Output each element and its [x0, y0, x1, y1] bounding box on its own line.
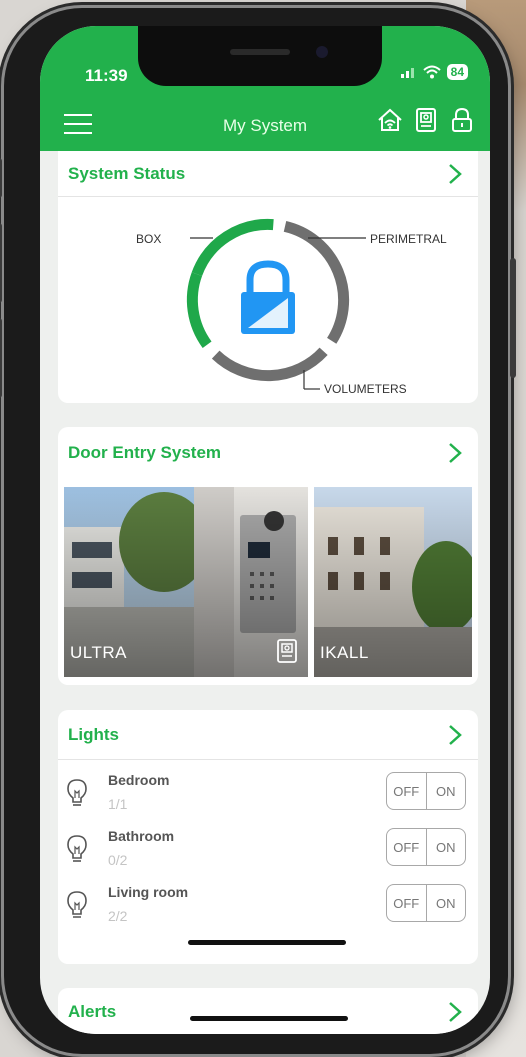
room-count: 2/2 — [108, 908, 128, 924]
off-button[interactable]: OFF — [387, 885, 427, 921]
light-toggle: OFF ON — [386, 884, 466, 922]
ring-segment-box-lower — [186, 272, 212, 348]
label-perimetral: PERIMETRAL — [370, 232, 447, 246]
wifi-icon — [422, 65, 441, 79]
light-row-bedroom: Bedroom 1/1 OFF ON — [58, 766, 478, 822]
label-box: BOX — [136, 232, 161, 246]
chevron-right-icon[interactable] — [444, 1001, 466, 1023]
system-status-card: System Status BOX PERIMETRAL VOLUMETERS — [58, 151, 478, 403]
lightbulb-icon — [67, 835, 87, 862]
notch — [138, 26, 382, 86]
off-button[interactable]: OFF — [387, 829, 427, 865]
light-toggle: OFF ON — [386, 828, 466, 866]
speaker — [230, 49, 290, 55]
lights-header[interactable]: Lights — [58, 710, 478, 760]
mute-switch — [0, 158, 2, 198]
door-entry-card: Door Entry System ULTRA IKALL — [58, 427, 478, 685]
system-status-header[interactable]: System Status — [58, 151, 478, 197]
status-time: 11:39 — [85, 66, 128, 85]
lightbulb-icon — [67, 891, 87, 918]
on-button[interactable]: ON — [427, 829, 466, 865]
tile-label-ultra: ULTRA — [70, 643, 127, 662]
app-screen: 11:39 84 My System System Status BOX PER… — [40, 26, 490, 1034]
room-name: Bathroom — [108, 828, 175, 844]
camera-tile-ikall[interactable]: IKALL — [314, 487, 472, 677]
home-indicator — [188, 940, 346, 945]
room-count: 1/1 — [108, 796, 128, 812]
signal-icon — [400, 68, 414, 78]
volume-down-button — [0, 318, 2, 398]
home-indicator — [190, 1016, 348, 1021]
section-title: Door Entry System — [68, 443, 222, 462]
section-title: Lights — [68, 724, 119, 744]
alerts-header[interactable]: Alerts — [58, 988, 478, 1034]
chevron-right-icon[interactable] — [444, 163, 466, 185]
light-row-bathroom: Bathroom 0/2 OFF ON — [58, 822, 478, 878]
label-volumeters: VOLUMETERS — [324, 382, 407, 396]
padlock-icon[interactable] — [448, 106, 476, 134]
battery-indicator: 84 — [446, 64, 468, 80]
off-button[interactable]: OFF — [387, 773, 427, 809]
ring-segment-volumeters — [211, 347, 328, 382]
door-entry-header[interactable]: Door Entry System — [58, 427, 478, 479]
on-button[interactable]: ON — [427, 885, 466, 921]
front-camera — [316, 46, 328, 58]
room-count: 0/2 — [108, 852, 128, 868]
tile-label-ikall: IKALL — [320, 643, 369, 662]
chevron-right-icon[interactable] — [444, 724, 466, 746]
section-title: System Status — [68, 163, 186, 183]
power-button — [510, 258, 516, 378]
lightbulb-icon — [67, 779, 87, 806]
intercom-icon[interactable] — [412, 106, 440, 134]
light-toggle: OFF ON — [386, 772, 466, 810]
chevron-right-icon[interactable] — [444, 442, 466, 464]
status-ring: BOX PERIMETRAL VOLUMETERS — [136, 218, 447, 396]
intercom-icon[interactable] — [276, 639, 298, 663]
status-indicators: 84 — [400, 64, 468, 80]
on-button[interactable]: ON — [427, 773, 466, 809]
room-name: Bedroom — [108, 772, 170, 788]
lock-shackle — [246, 260, 290, 294]
header-actions — [376, 106, 476, 134]
section-title: Alerts — [68, 1002, 117, 1021]
camera-tile-ultra[interactable]: ULTRA — [64, 487, 308, 677]
light-row-living-room: Living room 2/2 OFF ON — [58, 878, 478, 934]
room-name: Living room — [108, 884, 189, 900]
lights-card: Lights Bedroom 1/1 OFF ON Bathroom 0/2 O… — [58, 710, 478, 964]
alerts-card: Alerts — [58, 988, 478, 1034]
home-wifi-icon[interactable] — [376, 106, 404, 134]
volume-up-button — [0, 223, 2, 303]
